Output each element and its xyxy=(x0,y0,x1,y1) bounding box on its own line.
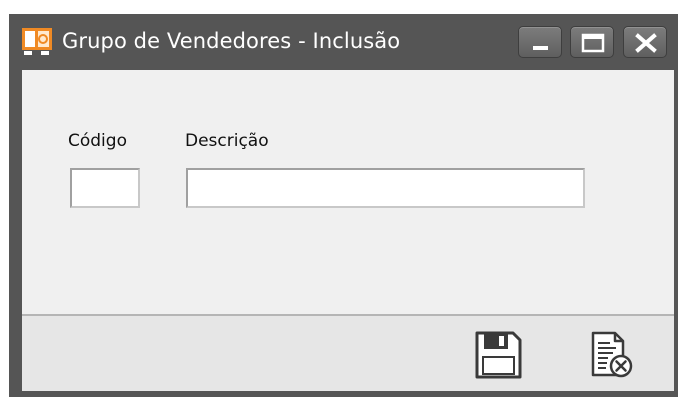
codigo-field[interactable] xyxy=(70,168,140,208)
maximize-icon xyxy=(581,33,605,53)
document-app-icon xyxy=(22,28,52,56)
title-bar[interactable]: Grupo de Vendedores - Inclusão xyxy=(9,14,678,70)
descricao-label: Descrição xyxy=(185,131,269,151)
save-button[interactable] xyxy=(472,329,524,381)
minimize-icon xyxy=(533,46,548,50)
minimize-button[interactable] xyxy=(518,26,562,58)
document-cancel-icon xyxy=(591,331,633,378)
action-bar xyxy=(22,316,674,391)
floppy-disk-icon xyxy=(475,331,522,379)
window-title: Grupo de Vendedores - Inclusão xyxy=(62,29,401,53)
descricao-field[interactable] xyxy=(186,168,585,208)
dialog-window: Grupo de Vendedores - Inclusão Código De… xyxy=(9,14,678,397)
form-panel: Código Descrição xyxy=(22,70,674,314)
maximize-button[interactable] xyxy=(570,26,614,58)
cancel-button[interactable] xyxy=(585,329,637,381)
close-button[interactable] xyxy=(623,26,667,58)
codigo-label: Código xyxy=(68,131,127,151)
close-icon xyxy=(635,33,657,53)
